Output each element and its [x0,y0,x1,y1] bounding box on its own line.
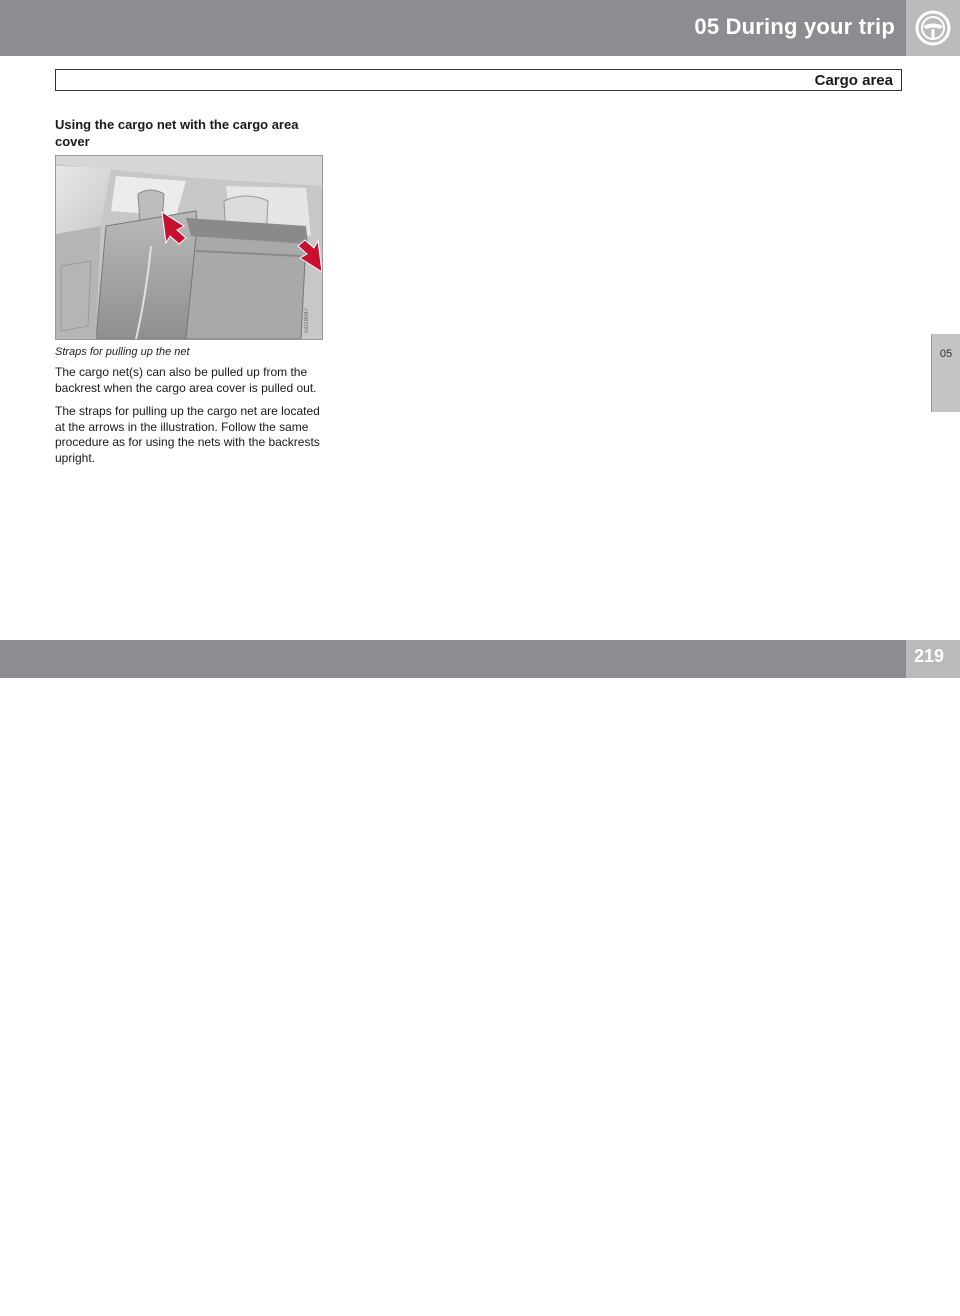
header-bar: 05 During your trip [0,0,960,56]
chapter-icon-box [906,0,960,56]
section-heading: Using the cargo net with the cargo area … [55,117,299,149]
paragraph-2: The straps for pulling up the cargo net … [55,404,320,465]
seat-illustration-graphic [56,156,322,339]
cargo-net-illustration: G018047 [55,155,323,340]
figure-caption: Straps for pulling up the net [55,346,190,358]
page-number: 219 [913,646,944,666]
section-title: Cargo area [814,72,893,89]
paragraph-1: The cargo net(s) can also be pulled up f… [55,365,317,395]
main-content: Using the cargo net with the cargo area … [55,116,323,474]
steering-wheel-icon [915,10,951,46]
chapter-side-tab-label: 05 [939,348,953,360]
section-header: Cargo area [55,69,902,91]
footer-bar: carmanualsonline.info [0,640,960,1315]
chapter-side-tab[interactable]: 05 [931,334,960,412]
watermark: carmanualsonline.info [640,1284,948,1315]
chapter-title: 05 During your trip [694,14,895,39]
figure-code: G018047 [304,308,310,333]
